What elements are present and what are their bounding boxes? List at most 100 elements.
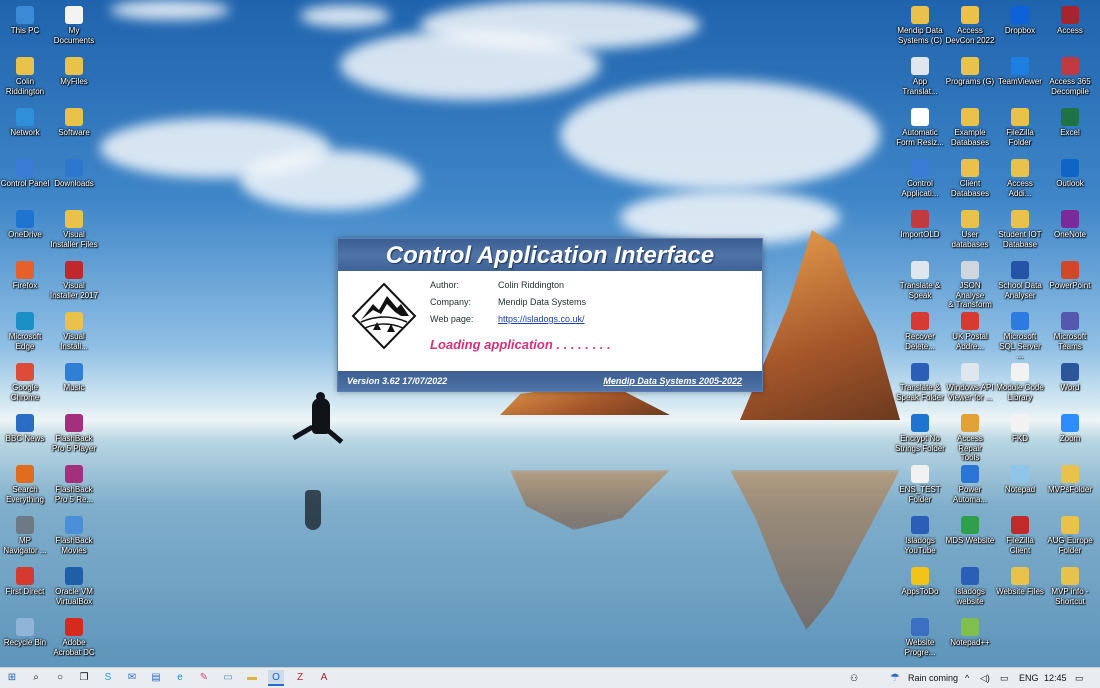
network-icon[interactable]: ▭ bbox=[1000, 668, 1009, 688]
desktop-icon[interactable]: Search Everything bbox=[0, 465, 50, 504]
desktop-icon[interactable]: AUG Europe Folder bbox=[1045, 516, 1095, 555]
desktop-icon[interactable]: Oracle VM VirtualBox bbox=[49, 567, 99, 606]
people-icon[interactable]: ⚇ bbox=[850, 668, 858, 688]
desktop-icon[interactable]: PowerPoint bbox=[1045, 261, 1095, 291]
desktop-icon[interactable]: Dropbox bbox=[995, 6, 1045, 36]
desktop-icon[interactable]: Notepad bbox=[995, 465, 1045, 495]
desktop-icon[interactable]: BBC News bbox=[0, 414, 50, 444]
desktop-icon[interactable]: Visual Installer 2017 bbox=[49, 261, 99, 300]
desktop-icon[interactable]: Firefox bbox=[0, 261, 50, 291]
desktop-icon[interactable]: Isladogs YouTube bbox=[895, 516, 945, 555]
desktop-icon[interactable]: Network bbox=[0, 108, 50, 138]
desktop-icon[interactable]: Isladogs website bbox=[945, 567, 995, 606]
desktop-icon[interactable]: ImportOLD bbox=[895, 210, 945, 240]
chevron-up-icon[interactable]: ^ bbox=[965, 668, 969, 688]
desktop-icon[interactable]: Access DevCon 2022 bbox=[945, 6, 995, 45]
outlook-icon[interactable]: O bbox=[268, 670, 284, 686]
desktop-icon[interactable]: FileZilla Client bbox=[995, 516, 1045, 555]
weather-icon[interactable]: ☂ bbox=[890, 668, 900, 688]
desktop-icon[interactable]: User databases bbox=[945, 210, 995, 249]
store-icon[interactable]: ▤ bbox=[148, 670, 164, 686]
desktop-icon[interactable]: Mendip Data Systems (C) bbox=[895, 6, 945, 45]
desktop-icon[interactable]: Translate & Speak bbox=[895, 261, 945, 300]
desktop-icon[interactable]: Colin Riddington bbox=[0, 57, 50, 96]
desktop-icon[interactable]: Access Addi... bbox=[995, 159, 1045, 198]
edge-icon[interactable]: e bbox=[172, 670, 188, 686]
desktop-icon[interactable]: Control Applicati... bbox=[895, 159, 945, 198]
desktop-icon[interactable]: Power Automa... bbox=[945, 465, 995, 504]
desktop-icon[interactable]: UK Postal Addre... bbox=[945, 312, 995, 351]
mail-icon[interactable]: ✉ bbox=[124, 670, 140, 686]
desktop-icon[interactable]: OneDrive bbox=[0, 210, 50, 240]
desktop-icon[interactable]: Microsoft Teams bbox=[1045, 312, 1095, 351]
desktop-icon[interactable]: Google Chrome bbox=[0, 363, 50, 402]
desktop-icon[interactable]: MyFiles bbox=[49, 57, 99, 87]
desktop-icon[interactable]: TeamViewer bbox=[995, 57, 1045, 87]
desktop-icon[interactable]: Access 365 Decompile bbox=[1045, 57, 1095, 96]
desktop-icon[interactable]: FKD bbox=[995, 414, 1045, 444]
desktop-icon[interactable]: Music bbox=[49, 363, 99, 393]
start-button[interactable]: ⊞ bbox=[4, 670, 20, 686]
desktop-icon[interactable]: Zoom bbox=[1045, 414, 1095, 444]
weather-text[interactable]: Rain coming bbox=[908, 668, 958, 688]
desktop-icon[interactable]: Automatic Form Resiz... bbox=[895, 108, 945, 147]
desktop-icon[interactable]: Client Databases bbox=[945, 159, 995, 198]
notepad-icon[interactable]: ▭ bbox=[220, 670, 236, 686]
desktop-icon[interactable]: Website Progre... bbox=[895, 618, 945, 657]
desktop-icon[interactable]: Access Repair Tools bbox=[945, 414, 995, 463]
task-view-icon[interactable]: ❐ bbox=[76, 670, 92, 686]
desktop-icon[interactable]: Adobe Acrobat DC bbox=[49, 618, 99, 657]
desktop-icon[interactable]: JSON Analyse & Transform bbox=[945, 261, 995, 310]
desktop-icon[interactable]: Excel bbox=[1045, 108, 1095, 138]
webpage-link[interactable]: https://isladogs.co.uk/ bbox=[498, 314, 585, 324]
desktop-icon[interactable]: First Direct bbox=[0, 567, 50, 597]
notification-icon[interactable]: ▭ bbox=[1075, 668, 1084, 688]
cortana-icon[interactable]: ○ bbox=[52, 670, 68, 686]
search-icon[interactable]: ⌕ bbox=[28, 670, 44, 686]
desktop-icon[interactable]: Notepad++ bbox=[945, 618, 995, 648]
desktop-icon[interactable]: Microsoft Edge bbox=[0, 312, 50, 351]
filezilla-icon[interactable]: Z bbox=[292, 670, 308, 686]
desktop-icon[interactable]: MVPsFolder bbox=[1045, 465, 1095, 495]
desktop-icon[interactable]: Recover Delete... bbox=[895, 312, 945, 351]
desktop-icon[interactable]: Word bbox=[1045, 363, 1095, 393]
desktop-icon[interactable]: Visual Installer Files bbox=[49, 210, 99, 249]
desktop-icon[interactable]: Example Databases bbox=[945, 108, 995, 147]
desktop-icon[interactable]: MP Navigator ... bbox=[0, 516, 50, 555]
desktop-icon[interactable]: My Documents bbox=[49, 6, 99, 45]
desktop-icon[interactable]: OneNote bbox=[1045, 210, 1095, 240]
desktop-icon[interactable]: AppsToDo bbox=[895, 567, 945, 597]
desktop-icon[interactable]: Access bbox=[1045, 6, 1095, 36]
desktop-icon[interactable]: FlashBack Pro 5 Player bbox=[49, 414, 99, 453]
desktop-icon[interactable]: Downloads bbox=[49, 159, 99, 189]
clock[interactable]: 12:45 bbox=[1044, 668, 1067, 688]
desktop-icon[interactable]: Microsoft SQL Server ... bbox=[995, 312, 1045, 361]
desktop-icon[interactable]: App Translat... bbox=[895, 57, 945, 96]
access-icon[interactable]: A bbox=[316, 670, 332, 686]
copyright-link[interactable]: Mendip Data Systems 2005-2022 bbox=[603, 376, 742, 386]
desktop-icon[interactable]: Module Code Library bbox=[995, 363, 1045, 402]
desktop-icon[interactable]: Recycle Bin bbox=[0, 618, 50, 648]
language-indicator[interactable]: ENG bbox=[1019, 668, 1039, 688]
desktop-icon[interactable]: ENS_TEST Folder bbox=[895, 465, 945, 504]
desktop-icon[interactable]: Control Panel bbox=[0, 159, 50, 189]
desktop-icon[interactable]: Student IOT Database bbox=[995, 210, 1045, 249]
desktop-icon[interactable]: FileZilla Folder bbox=[995, 108, 1045, 147]
desktop-icon[interactable]: FlashBack Movies bbox=[49, 516, 99, 555]
paint-icon[interactable]: ✎ bbox=[196, 670, 212, 686]
desktop-icon[interactable]: Website Files bbox=[995, 567, 1045, 597]
desktop-icon[interactable]: FlashBack Pro 5 Re... bbox=[49, 465, 99, 504]
desktop-icon[interactable]: Software bbox=[49, 108, 99, 138]
desktop-icon[interactable]: Outlook bbox=[1045, 159, 1095, 189]
desktop-icon[interactable]: MDS Website bbox=[945, 516, 995, 546]
volume-icon[interactable]: ◁) bbox=[980, 668, 990, 688]
desktop-icon[interactable]: Translate & Speak Folder bbox=[895, 363, 945, 402]
desktop-icon[interactable]: This PC bbox=[0, 6, 50, 36]
desktop-icon[interactable]: Windows API Viewer for ... bbox=[945, 363, 995, 402]
desktop-icon[interactable]: Visual Install... bbox=[49, 312, 99, 351]
explorer-icon[interactable]: ▬ bbox=[244, 670, 260, 686]
skype-icon[interactable]: S bbox=[100, 670, 116, 686]
desktop-icon[interactable]: School Data Analyser bbox=[995, 261, 1045, 300]
desktop-icon[interactable]: MVP info - Shortcut bbox=[1045, 567, 1095, 606]
desktop-icon[interactable]: Programs (G) bbox=[945, 57, 995, 87]
